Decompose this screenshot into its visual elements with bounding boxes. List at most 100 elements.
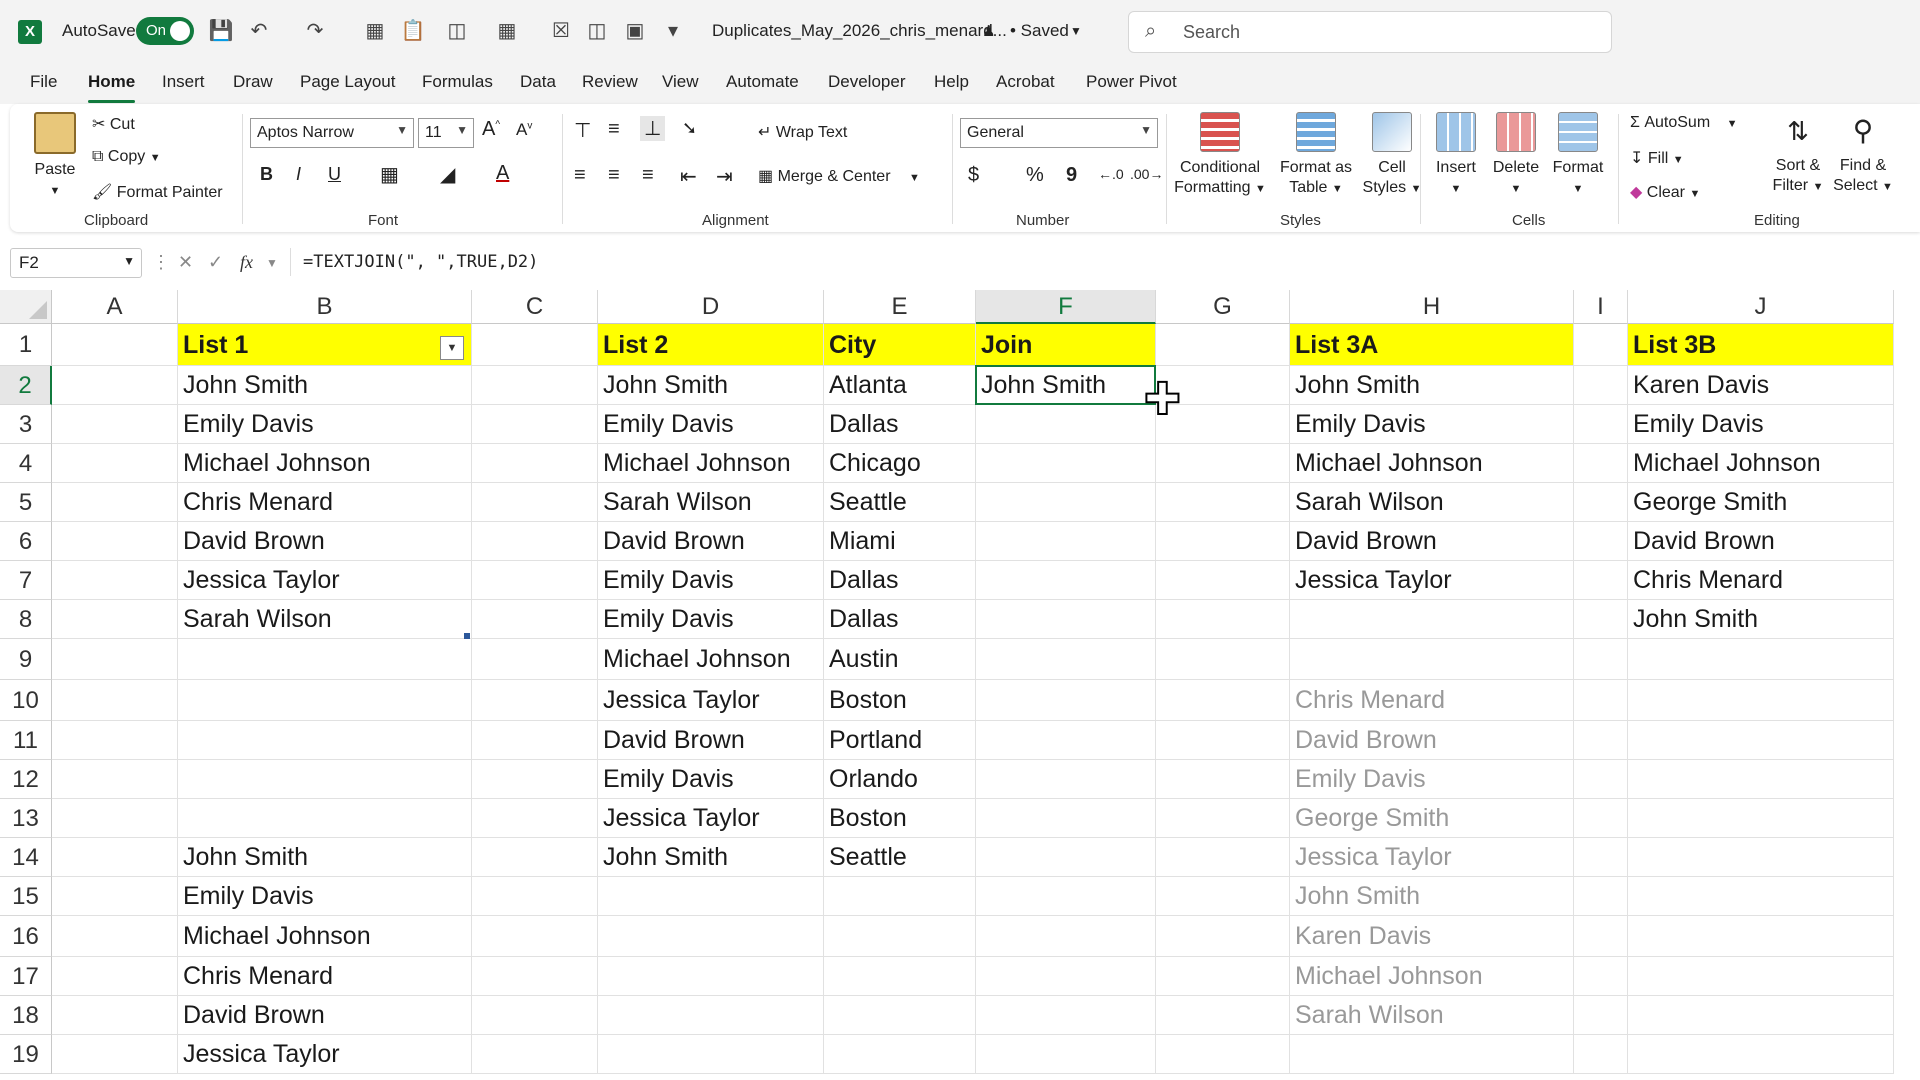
cell-d8[interactable]: Emily Davis bbox=[598, 600, 824, 639]
decrease-font-icon[interactable]: Av bbox=[516, 120, 532, 140]
align-right-icon[interactable]: ≡ bbox=[642, 164, 654, 187]
tab-formulas[interactable]: Formulas bbox=[422, 72, 493, 92]
row-header-1[interactable]: 1 bbox=[0, 324, 52, 366]
cell-f18[interactable] bbox=[976, 996, 1156, 1035]
cell-g9[interactable] bbox=[1156, 639, 1290, 680]
row-header-15[interactable]: 15 bbox=[0, 877, 52, 916]
cell-a5[interactable] bbox=[52, 483, 178, 522]
cell-c12[interactable] bbox=[472, 760, 598, 799]
cell-c3[interactable] bbox=[472, 405, 598, 444]
column-header-f[interactable]: F bbox=[976, 290, 1156, 324]
cell-i15[interactable] bbox=[1574, 877, 1628, 916]
cell-a9[interactable] bbox=[52, 639, 178, 680]
cell-j2[interactable]: Karen Davis bbox=[1628, 366, 1894, 405]
cell-d17[interactable] bbox=[598, 957, 824, 996]
cell-a13[interactable] bbox=[52, 799, 178, 838]
align-middle-icon[interactable]: ≡ bbox=[608, 118, 620, 141]
cell-i16[interactable] bbox=[1574, 916, 1628, 957]
file-name[interactable]: Duplicates_May_2026_chris_menard... bbox=[712, 12, 1007, 50]
cell-j16[interactable] bbox=[1628, 916, 1894, 957]
cell-h6[interactable]: David Brown bbox=[1290, 522, 1574, 561]
column-header-h[interactable]: H bbox=[1290, 290, 1574, 324]
cell-c5[interactable] bbox=[472, 483, 598, 522]
cell-d18[interactable] bbox=[598, 996, 824, 1035]
cell-e17[interactable] bbox=[824, 957, 976, 996]
cell-j12[interactable] bbox=[1628, 760, 1894, 799]
tab-power-pivot[interactable]: Power Pivot bbox=[1086, 72, 1177, 92]
cancel-icon[interactable]: ✕ bbox=[178, 252, 193, 273]
format-painter-button[interactable]: 🖌 Format Painter bbox=[92, 182, 223, 202]
row-header-2[interactable]: 2 bbox=[0, 366, 52, 405]
underline-button[interactable]: U bbox=[328, 164, 341, 185]
cell-i14[interactable] bbox=[1574, 838, 1628, 877]
customize-qat-icon[interactable]: ▾ bbox=[660, 18, 686, 44]
sort-filter-button[interactable]: ⇅ Sort & Filter ▼ bbox=[1768, 112, 1828, 197]
cell-h3[interactable]: Emily Davis bbox=[1290, 405, 1574, 444]
undo-icon[interactable]: ↶ bbox=[246, 18, 272, 44]
cell-c17[interactable] bbox=[472, 957, 598, 996]
cell-j18[interactable] bbox=[1628, 996, 1894, 1035]
autosave-toggle[interactable]: On bbox=[136, 17, 194, 45]
align-bottom-icon[interactable]: ⊥ bbox=[640, 116, 666, 141]
cell-h5[interactable]: Sarah Wilson bbox=[1290, 483, 1574, 522]
cell-a12[interactable] bbox=[52, 760, 178, 799]
number-format-dropdown[interactable]: General ▼ bbox=[960, 118, 1158, 148]
cell-h4[interactable]: Michael Johnson bbox=[1290, 444, 1574, 483]
row-header-16[interactable]: 16 bbox=[0, 916, 52, 957]
cell-c6[interactable] bbox=[472, 522, 598, 561]
cell-c14[interactable] bbox=[472, 838, 598, 877]
cell-h16[interactable]: Karen Davis bbox=[1290, 916, 1574, 957]
cell-a8[interactable] bbox=[52, 600, 178, 639]
cell-b9[interactable] bbox=[178, 639, 472, 680]
cell-b2[interactable]: John Smith bbox=[178, 366, 472, 405]
cell-b18[interactable]: David Brown bbox=[178, 996, 472, 1035]
fill-button[interactable]: ↧ Fill ▼ bbox=[1630, 148, 1684, 168]
cell-styles-button[interactable]: Cell Styles ▼ bbox=[1362, 112, 1422, 199]
cell-g7[interactable] bbox=[1156, 561, 1290, 600]
cell-f6[interactable] bbox=[976, 522, 1156, 561]
cut-button[interactable]: ✂ Cut bbox=[92, 114, 135, 134]
cell-d9[interactable]: Michael Johnson bbox=[598, 639, 824, 680]
cell-f4[interactable] bbox=[976, 444, 1156, 483]
cell-i6[interactable] bbox=[1574, 522, 1628, 561]
name-box[interactable]: F2 ▼ bbox=[10, 248, 142, 278]
tab-data[interactable]: Data bbox=[520, 72, 556, 92]
sort-icon[interactable]: ▦ bbox=[362, 18, 388, 44]
cell-i11[interactable] bbox=[1574, 721, 1628, 760]
cell-f7[interactable] bbox=[976, 561, 1156, 600]
row-header-19[interactable]: 19 bbox=[0, 1035, 52, 1074]
cell-b12[interactable] bbox=[178, 760, 472, 799]
enter-icon[interactable]: ✓ bbox=[208, 252, 223, 273]
cell-g12[interactable] bbox=[1156, 760, 1290, 799]
conditional-formatting-button[interactable]: Conditional Formatting ▼ bbox=[1170, 112, 1270, 199]
cell-e15[interactable] bbox=[824, 877, 976, 916]
cell-a19[interactable] bbox=[52, 1035, 178, 1074]
cell-i10[interactable] bbox=[1574, 680, 1628, 721]
cell-c19[interactable] bbox=[472, 1035, 598, 1074]
formula-input[interactable]: =TEXTJOIN(", ",TRUE,D2) bbox=[290, 248, 1911, 276]
tab-page-layout[interactable]: Page Layout bbox=[300, 72, 395, 92]
tab-review[interactable]: Review bbox=[582, 72, 638, 92]
cell-d15[interactable] bbox=[598, 877, 824, 916]
cell-j1[interactable]: List 3B bbox=[1628, 324, 1894, 366]
tab-file[interactable]: File bbox=[30, 72, 57, 92]
search-box[interactable]: ⌕ Search bbox=[1128, 11, 1612, 53]
row-header-5[interactable]: 5 bbox=[0, 483, 52, 522]
cell-e1[interactable]: City bbox=[824, 324, 976, 366]
copy-button[interactable]: ⧉ Copy ▼ bbox=[92, 148, 161, 166]
cell-j6[interactable]: David Brown bbox=[1628, 522, 1894, 561]
bold-button[interactable]: B bbox=[260, 164, 273, 185]
cell-a11[interactable] bbox=[52, 721, 178, 760]
cell-j11[interactable] bbox=[1628, 721, 1894, 760]
cell-c1[interactable] bbox=[472, 324, 598, 366]
cell-h9[interactable] bbox=[1290, 639, 1574, 680]
cell-e6[interactable]: Miami bbox=[824, 522, 976, 561]
cell-h11[interactable]: David Brown bbox=[1290, 721, 1574, 760]
cell-j17[interactable] bbox=[1628, 957, 1894, 996]
font-color-icon[interactable]: A bbox=[496, 162, 509, 185]
cell-j3[interactable]: Emily Davis bbox=[1628, 405, 1894, 444]
cell-g6[interactable] bbox=[1156, 522, 1290, 561]
cell-d13[interactable]: Jessica Taylor bbox=[598, 799, 824, 838]
cell-h15[interactable]: John Smith bbox=[1290, 877, 1574, 916]
cell-j9[interactable] bbox=[1628, 639, 1894, 680]
